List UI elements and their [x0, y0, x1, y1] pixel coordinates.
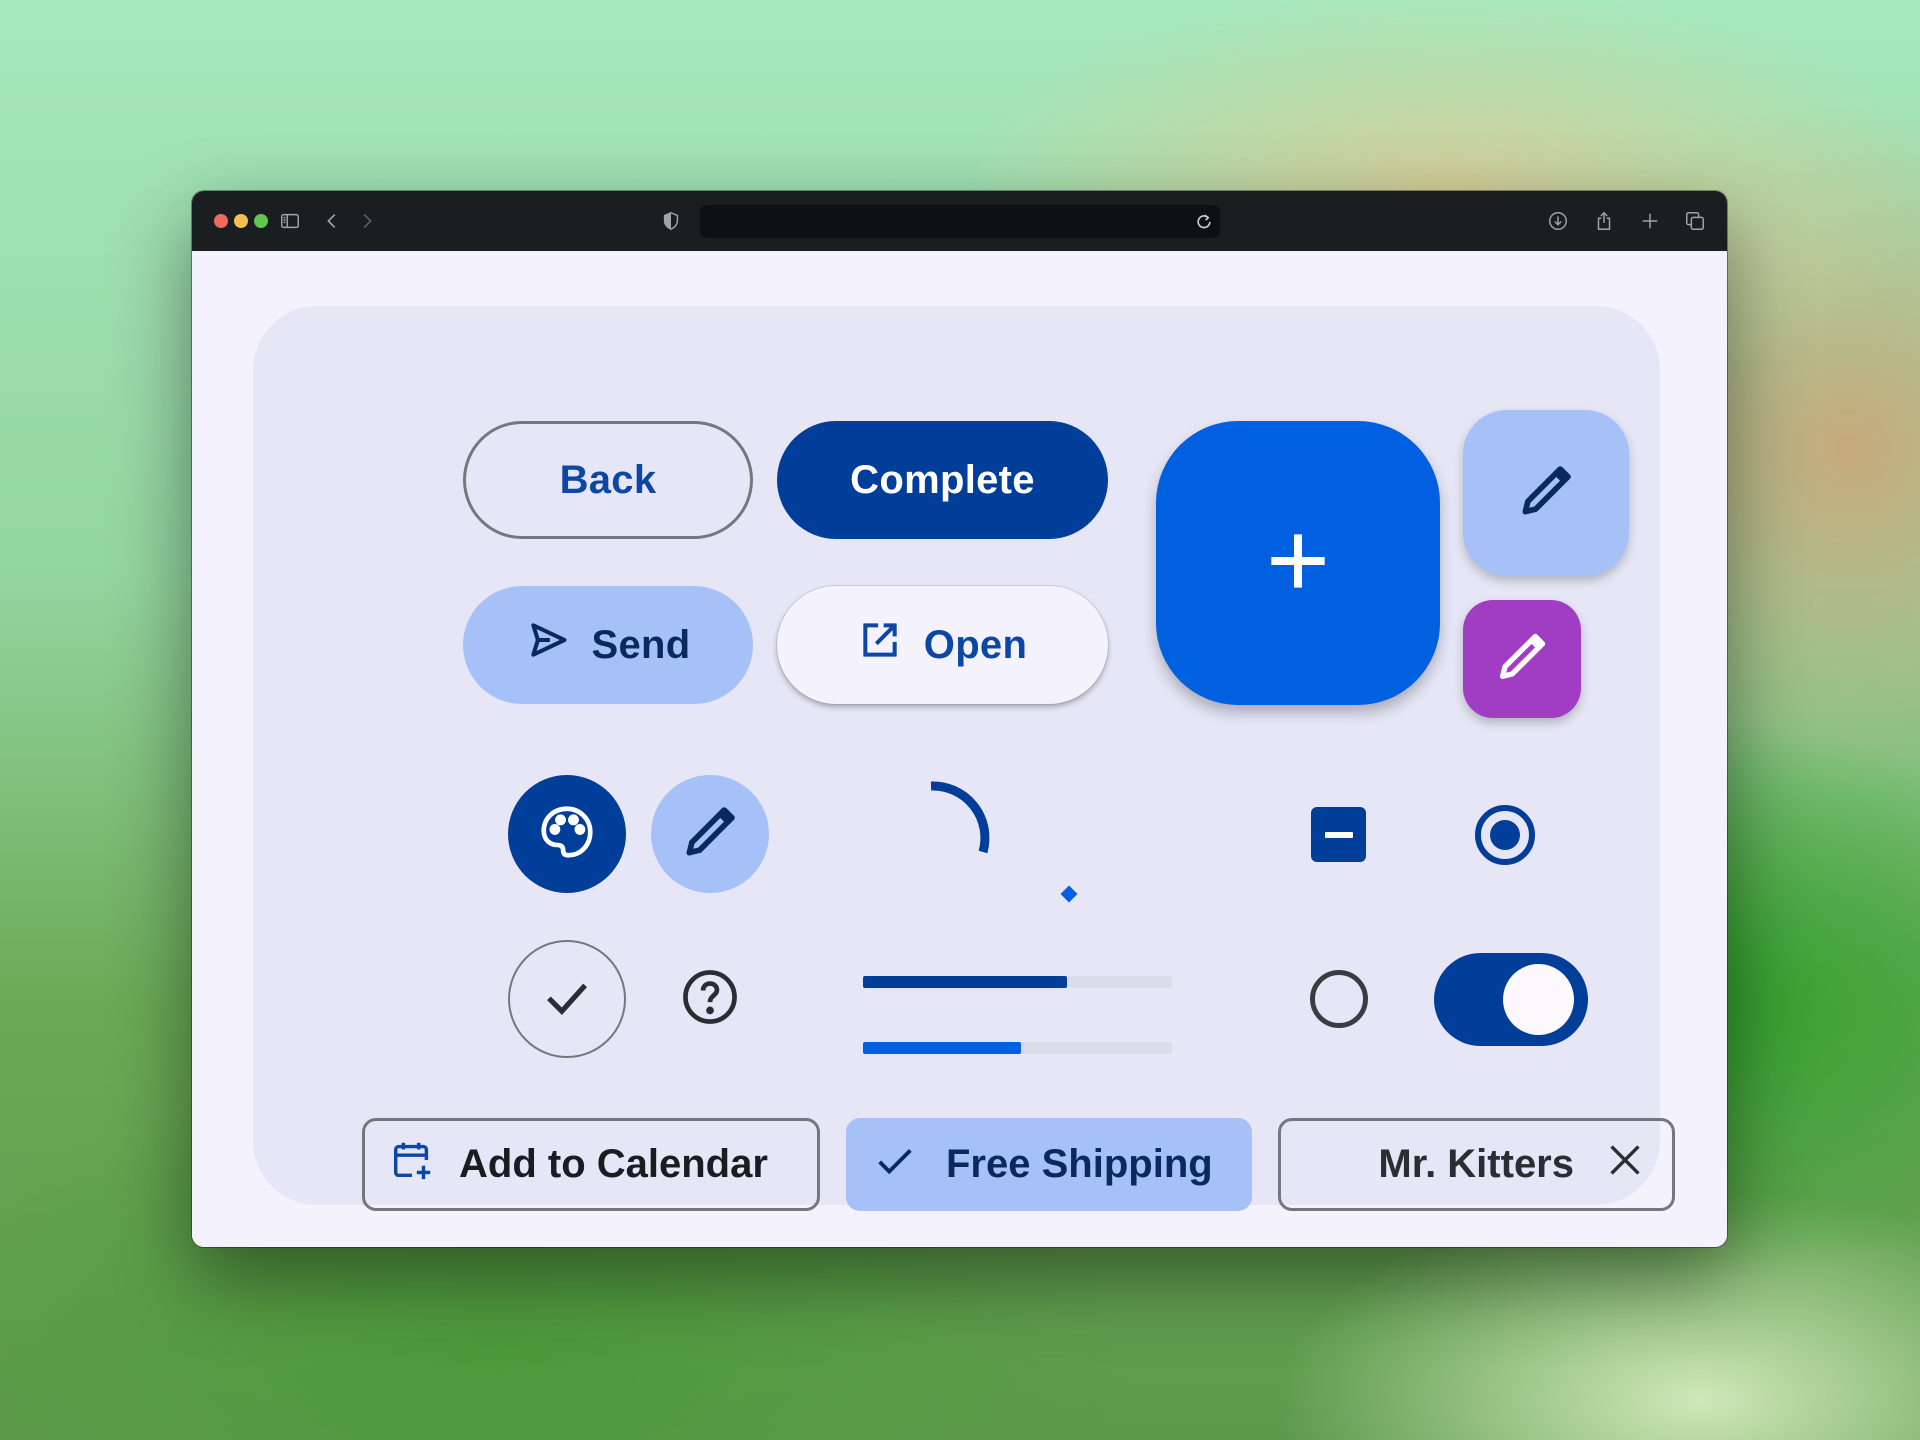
radio-unselected[interactable] [1310, 970, 1368, 1028]
add-fab[interactable] [1156, 421, 1440, 705]
progress-indicator-dot [1060, 885, 1078, 903]
complete-button[interactable]: Complete [777, 421, 1108, 539]
reload-icon[interactable] [1194, 211, 1214, 231]
new-tab-icon[interactable] [1638, 209, 1662, 233]
help-icon [679, 966, 741, 1033]
check-icon [536, 966, 598, 1033]
address-bar[interactable] [700, 205, 1220, 238]
browser-toolbar [192, 191, 1727, 251]
pencil-icon [679, 801, 741, 868]
indeterminate-checkbox[interactable] [1311, 807, 1366, 862]
complete-button-label: Complete [850, 457, 1035, 502]
sidebar-icon[interactable] [278, 209, 302, 233]
switch-thumb[interactable] [1503, 964, 1574, 1035]
send-button-label: Send [591, 622, 691, 667]
minus-icon [1324, 831, 1353, 838]
add-to-calendar-label: Add to Calendar [459, 1142, 768, 1186]
mr-kitters-label: Mr. Kitters [1378, 1142, 1574, 1186]
toggle-switch[interactable] [1434, 953, 1588, 1046]
linear-progress-primary [863, 976, 1172, 988]
radio-dot [1490, 820, 1520, 850]
zoom-window-button[interactable] [254, 214, 268, 228]
check-icon [872, 1137, 918, 1193]
forward-arrow-icon[interactable] [355, 209, 379, 233]
linear-progress-secondary-fill [863, 1042, 1021, 1054]
open-in-new-icon [858, 618, 902, 672]
share-icon[interactable] [1592, 209, 1616, 233]
browser-window: Back Complete Send Open Add to Calendar … [192, 191, 1727, 1247]
back-button-label: Back [559, 457, 657, 502]
add-to-calendar-chip[interactable]: Add to Calendar [362, 1118, 820, 1211]
linear-progress-secondary [863, 1042, 1172, 1054]
open-button-label: Open [923, 622, 1028, 667]
mr-kitters-input-chip[interactable]: Mr. Kitters [1278, 1118, 1675, 1211]
check-icon-button[interactable] [508, 940, 626, 1058]
pencil-icon [1493, 628, 1551, 691]
close-icon[interactable] [1602, 1137, 1648, 1193]
circular-progress-spinner [875, 776, 999, 900]
palette-icon [536, 801, 598, 868]
free-shipping-chip[interactable]: Free Shipping [846, 1118, 1252, 1211]
shield-icon[interactable] [659, 209, 683, 233]
components-panel: Back Complete Send Open Add to Calendar … [253, 306, 1675, 1211]
back-arrow-icon[interactable] [320, 209, 344, 233]
calendar-add-icon [389, 1137, 435, 1193]
send-icon [526, 618, 570, 672]
back-button[interactable]: Back [463, 421, 753, 539]
send-button[interactable]: Send [463, 586, 753, 704]
palette-icon-button[interactable] [508, 775, 626, 893]
linear-progress-primary-fill [863, 976, 1067, 988]
close-window-button[interactable] [214, 214, 228, 228]
radio-selected[interactable] [1475, 805, 1535, 865]
edit-icon-button[interactable] [651, 775, 769, 893]
plus-icon [1258, 521, 1338, 606]
minimize-window-button[interactable] [234, 214, 248, 228]
tabs-overview-icon[interactable] [1683, 209, 1707, 233]
edit-fab-purple[interactable] [1463, 600, 1581, 718]
page-content: Back Complete Send Open Add to Calendar … [192, 251, 1727, 1247]
download-icon[interactable] [1546, 209, 1570, 233]
pencil-icon [1515, 460, 1577, 527]
free-shipping-label: Free Shipping [946, 1142, 1213, 1186]
open-button[interactable]: Open [777, 586, 1108, 704]
edit-fab-tonal[interactable] [1463, 410, 1629, 576]
help-icon-button[interactable] [651, 940, 769, 1058]
